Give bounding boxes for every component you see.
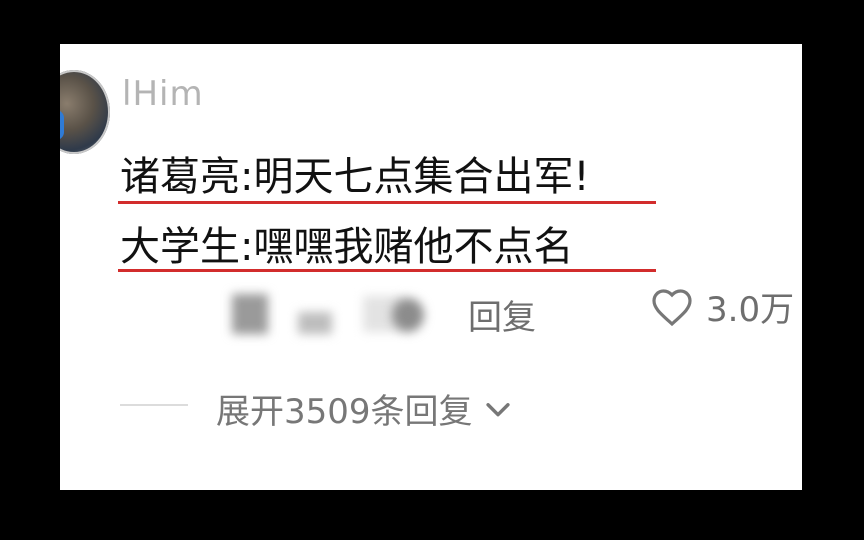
expand-replies-button[interactable]: 展开3509条回复 (216, 384, 515, 433)
expand-replies-label: 展开3509条回复 (216, 392, 473, 432)
comment-text-line-2: 大学生:嘿嘿我赌他不点名 (120, 224, 574, 270)
comment-card: lHim 诸葛亮:明天七点集合出军! 大学生:嘿嘿我赌他不点名 回复 3.0万 … (60, 44, 802, 490)
reply-button[interactable]: 回复 (468, 290, 536, 339)
blurred-region (298, 312, 332, 334)
blurred-region (232, 294, 268, 334)
chevron-down-icon (485, 402, 510, 416)
blurred-region (392, 298, 424, 332)
avatar[interactable] (60, 70, 110, 154)
like-button[interactable]: 3.0万 (648, 282, 794, 331)
comment-text-line-1: 诸葛亮:明天七点集合出军! (120, 154, 590, 200)
comment-username[interactable]: lHim (122, 74, 204, 114)
red-underline-2 (118, 269, 656, 272)
heart-icon (652, 288, 692, 326)
like-count: 3.0万 (706, 290, 795, 330)
red-underline-1 (118, 201, 656, 204)
divider (120, 404, 188, 406)
